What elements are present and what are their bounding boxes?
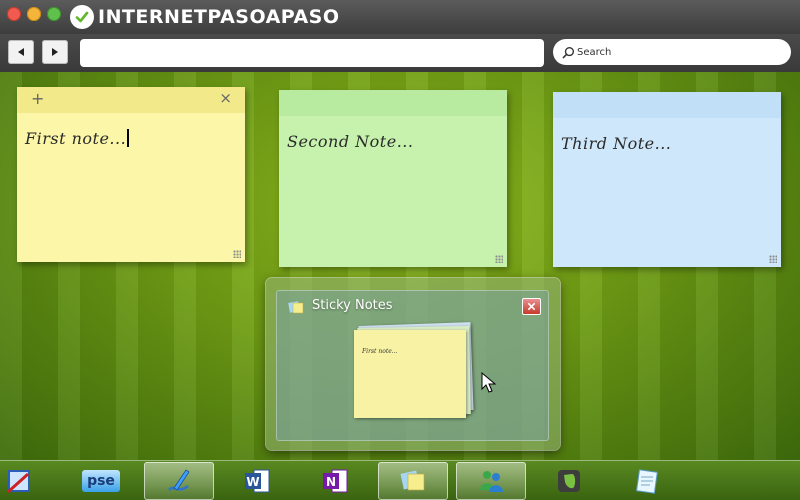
thumbnail-close-button[interactable]	[522, 298, 541, 315]
sticky-notes-app-icon	[288, 301, 304, 314]
evernote-icon	[558, 470, 580, 492]
address-bar[interactable]	[80, 39, 544, 67]
thumbnail-inner: Sticky Notes First note...	[276, 290, 549, 441]
onenote-icon: N	[323, 469, 348, 493]
taskbar-notepad[interactable]	[612, 462, 682, 500]
search-placeholder: Search	[577, 46, 612, 58]
note-header	[553, 92, 781, 118]
resize-grip-icon[interactable]	[233, 250, 241, 258]
taskbar-sketch-app[interactable]	[144, 462, 214, 500]
search-icon	[562, 46, 575, 58]
sticky-notes-icon	[400, 470, 425, 491]
note-header	[279, 90, 507, 116]
taskbar-sticky-notes[interactable]	[378, 462, 448, 500]
mini-note: First note...	[354, 330, 466, 418]
note-text[interactable]: Third Note...	[561, 134, 671, 153]
browser-toolbar: Search	[0, 34, 800, 72]
brand-logo-icon	[70, 5, 94, 29]
window-minimize-button[interactable]	[27, 7, 41, 21]
taskbar-onenote[interactable]: N	[300, 462, 370, 500]
close-icon	[527, 302, 536, 311]
window-maximize-button[interactable]	[47, 7, 61, 21]
mouse-cursor-icon	[481, 372, 497, 393]
messenger-icon	[480, 471, 503, 492]
site-brand: INTERNETPASOAPASO	[70, 4, 340, 30]
text-caret	[127, 129, 129, 147]
window-close-button[interactable]	[7, 7, 21, 21]
paint-icon	[6, 470, 30, 494]
taskbar-paint[interactable]	[0, 462, 40, 500]
word-icon: W	[245, 469, 270, 493]
taskbar: pse W N	[0, 460, 800, 500]
mini-note-text: First note...	[362, 348, 398, 355]
svg-text:W: W	[246, 475, 259, 489]
sticky-note-second[interactable]: Second Note...	[279, 90, 507, 267]
sketch-app-icon	[168, 469, 190, 491]
browser-titlebar: INTERNETPASOAPASO	[0, 0, 800, 34]
resize-grip-icon[interactable]	[495, 255, 503, 263]
close-note-icon[interactable]: ×	[219, 90, 232, 106]
search-input[interactable]: Search	[553, 39, 791, 65]
photoshop-elements-icon: pse	[82, 470, 120, 492]
forward-arrow-icon	[52, 48, 58, 56]
back-button[interactable]	[8, 40, 34, 64]
note-text[interactable]: Second Note...	[287, 132, 413, 151]
forward-button[interactable]	[42, 40, 68, 64]
sticky-note-first[interactable]: + × First note...	[17, 87, 245, 262]
taskbar-photoshop-elements[interactable]: pse	[66, 462, 136, 500]
taskbar-messenger[interactable]	[456, 462, 526, 500]
note-header: + ×	[17, 87, 245, 113]
desktop: + × First note... Second Note... Third N…	[0, 72, 800, 460]
taskbar-word[interactable]: W	[222, 462, 292, 500]
thumbnail-notes-preview: First note...	[354, 322, 474, 424]
svg-text:N: N	[326, 475, 336, 489]
thumbnail-title: Sticky Notes	[312, 298, 393, 313]
taskbar-evernote[interactable]	[534, 462, 604, 500]
brand-text: INTERNETPASOAPASO	[98, 6, 340, 28]
resize-grip-icon[interactable]	[769, 255, 777, 263]
notepad-icon	[635, 469, 658, 494]
taskbar-thumbnail-preview[interactable]: Sticky Notes First note...	[266, 278, 560, 450]
sticky-note-third[interactable]: Third Note...	[553, 92, 781, 267]
back-arrow-icon	[18, 48, 24, 56]
add-note-icon[interactable]: +	[31, 91, 44, 107]
note-text[interactable]: First note...	[25, 129, 129, 148]
